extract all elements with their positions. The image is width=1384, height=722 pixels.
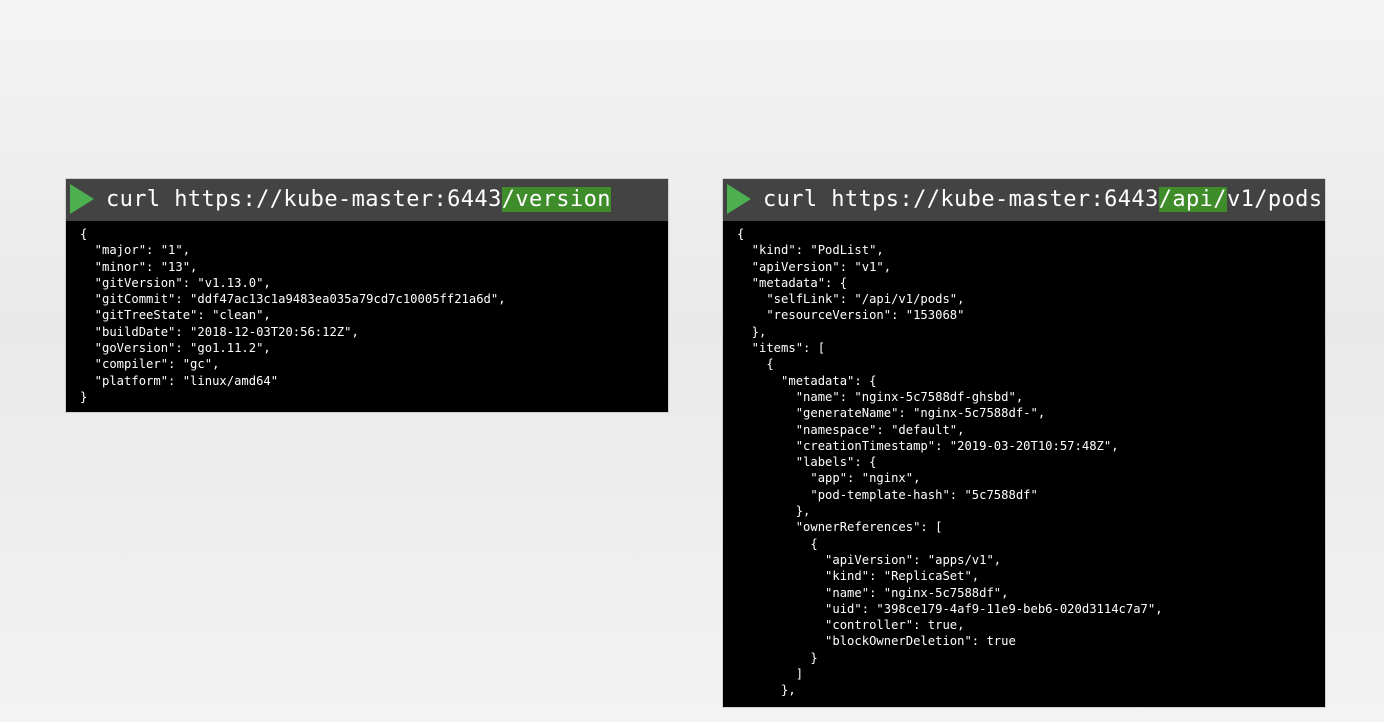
play-icon (70, 184, 94, 214)
version-command-prefix: curl https://kube-master:6443 (106, 187, 502, 212)
play-icon (727, 184, 751, 214)
pods-command-text: curl https://kube-master:6443/api/v1/pod… (763, 185, 1322, 215)
pods-json-output: { "kind": "PodList", "apiVersion": "v1",… (737, 227, 1163, 698)
pods-terminal-panel: curl https://kube-master:6443/api/v1/pod… (723, 179, 1325, 707)
pods-command-highlight: /api/ (1158, 187, 1227, 212)
version-command-bar: curl https://kube-master:6443/version (66, 179, 668, 221)
pods-command-prefix: curl https://kube-master:6443 (763, 187, 1159, 212)
pods-command-suffix: v1/pods (1226, 187, 1323, 212)
version-command-highlight: /version (501, 187, 611, 212)
version-command-text: curl https://kube-master:6443/version (106, 185, 611, 215)
version-terminal-panel: curl https://kube-master:6443/version { … (66, 179, 668, 412)
pods-command-bar: curl https://kube-master:6443/api/v1/pod… (723, 179, 1325, 221)
version-json-output: { "major": "1", "minor": "13", "gitVersi… (80, 227, 506, 404)
